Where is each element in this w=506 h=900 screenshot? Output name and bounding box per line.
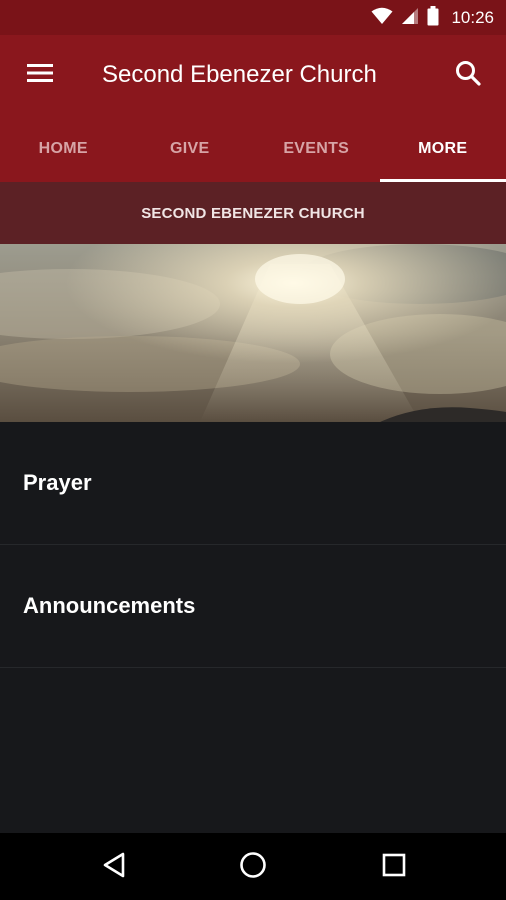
hero-image [0, 244, 506, 422]
tab-home[interactable]: HOME [0, 115, 127, 182]
recents-icon [382, 853, 406, 882]
tab-label: MORE [418, 139, 468, 157]
list-item-label: Prayer [23, 470, 92, 495]
tab-more[interactable]: MORE [379, 115, 506, 182]
home-button[interactable] [231, 846, 275, 888]
wifi-icon [371, 7, 393, 30]
status-icons: 10:26 [371, 5, 494, 31]
tab-bar: HOME GIVE EVENTS MORE [0, 115, 506, 182]
back-icon [102, 852, 126, 883]
signal-icon [401, 7, 419, 30]
app-title: Second Ebenezer Church [102, 61, 377, 88]
tab-label: GIVE [170, 139, 210, 157]
home-icon [239, 851, 267, 884]
status-bar: 10:26 [0, 0, 506, 35]
battery-icon [427, 5, 439, 31]
banner-title: SECOND EBENEZER CHURCH [141, 204, 365, 222]
search-icon [455, 60, 481, 91]
tab-label: EVENTS [283, 139, 350, 157]
tab-events[interactable]: EVENTS [253, 115, 380, 182]
recents-button[interactable] [372, 846, 416, 888]
tab-label: HOME [38, 139, 88, 157]
app-screen: 10:26 Second Ebenezer Church HOME GIVE E… [0, 0, 506, 900]
tab-give[interactable]: GIVE [127, 115, 254, 182]
back-button[interactable] [92, 846, 136, 888]
search-button[interactable] [446, 53, 490, 97]
clock: 10:26 [451, 8, 494, 27]
app-bar: Second Ebenezer Church [0, 35, 506, 115]
hamburger-menu-icon [26, 62, 54, 89]
church-name-banner: SECOND EBENEZER CHURCH [0, 182, 506, 244]
list-item-prayer[interactable]: Prayer [0, 422, 506, 545]
system-nav-bar [0, 833, 506, 900]
list-item-announcements[interactable]: Announcements [0, 545, 506, 668]
menu-button[interactable] [18, 53, 62, 97]
list-item-label: Announcements [23, 593, 196, 618]
more-menu-list: Prayer Announcements [0, 422, 506, 668]
